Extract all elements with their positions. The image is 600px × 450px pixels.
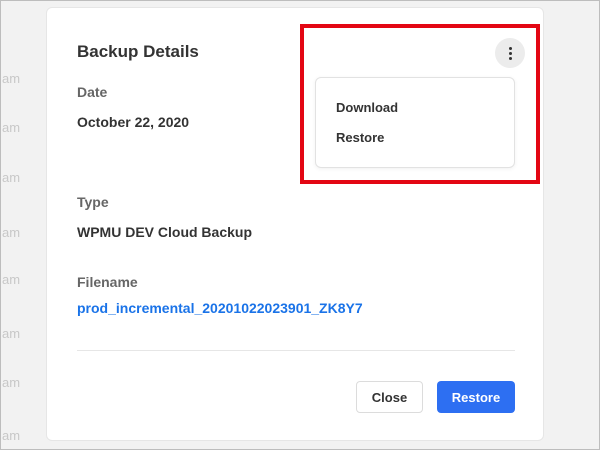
background-text-fragment: am (2, 170, 21, 185)
type-value: WPMU DEV Cloud Backup (77, 224, 253, 240)
background-text-fragment: am (2, 120, 21, 135)
background-text-fragment: am (2, 375, 21, 390)
more-options-button[interactable] (495, 38, 525, 68)
background-text-fragment: am (2, 225, 21, 240)
restore-button[interactable]: Restore (437, 381, 515, 413)
date-label: Date (77, 84, 108, 100)
options-dropdown: Download Restore (315, 77, 515, 168)
modal-title: Backup Details (77, 42, 199, 61)
background-text-fragment: am (2, 326, 21, 341)
background-text-fragment: am (2, 428, 21, 443)
background-text-fragment: am (2, 272, 21, 287)
divider (77, 350, 515, 351)
background-list: am am am am am am am am (0, 0, 40, 450)
close-button[interactable]: Close (356, 381, 423, 413)
type-label: Type (77, 194, 109, 210)
menu-item-download[interactable]: Download (336, 100, 398, 115)
background-text-fragment: am (2, 71, 21, 86)
filename-label: Filename (77, 274, 138, 290)
kebab-vertical-icon (508, 46, 512, 60)
backup-details-modal: Backup Details Download Restore Date Oct… (46, 7, 544, 441)
date-value: October 22, 2020 (77, 114, 190, 130)
filename-link[interactable]: prod_incremental_20201022023901_ZK8Y7 (77, 300, 363, 316)
menu-item-restore[interactable]: Restore (336, 130, 384, 145)
